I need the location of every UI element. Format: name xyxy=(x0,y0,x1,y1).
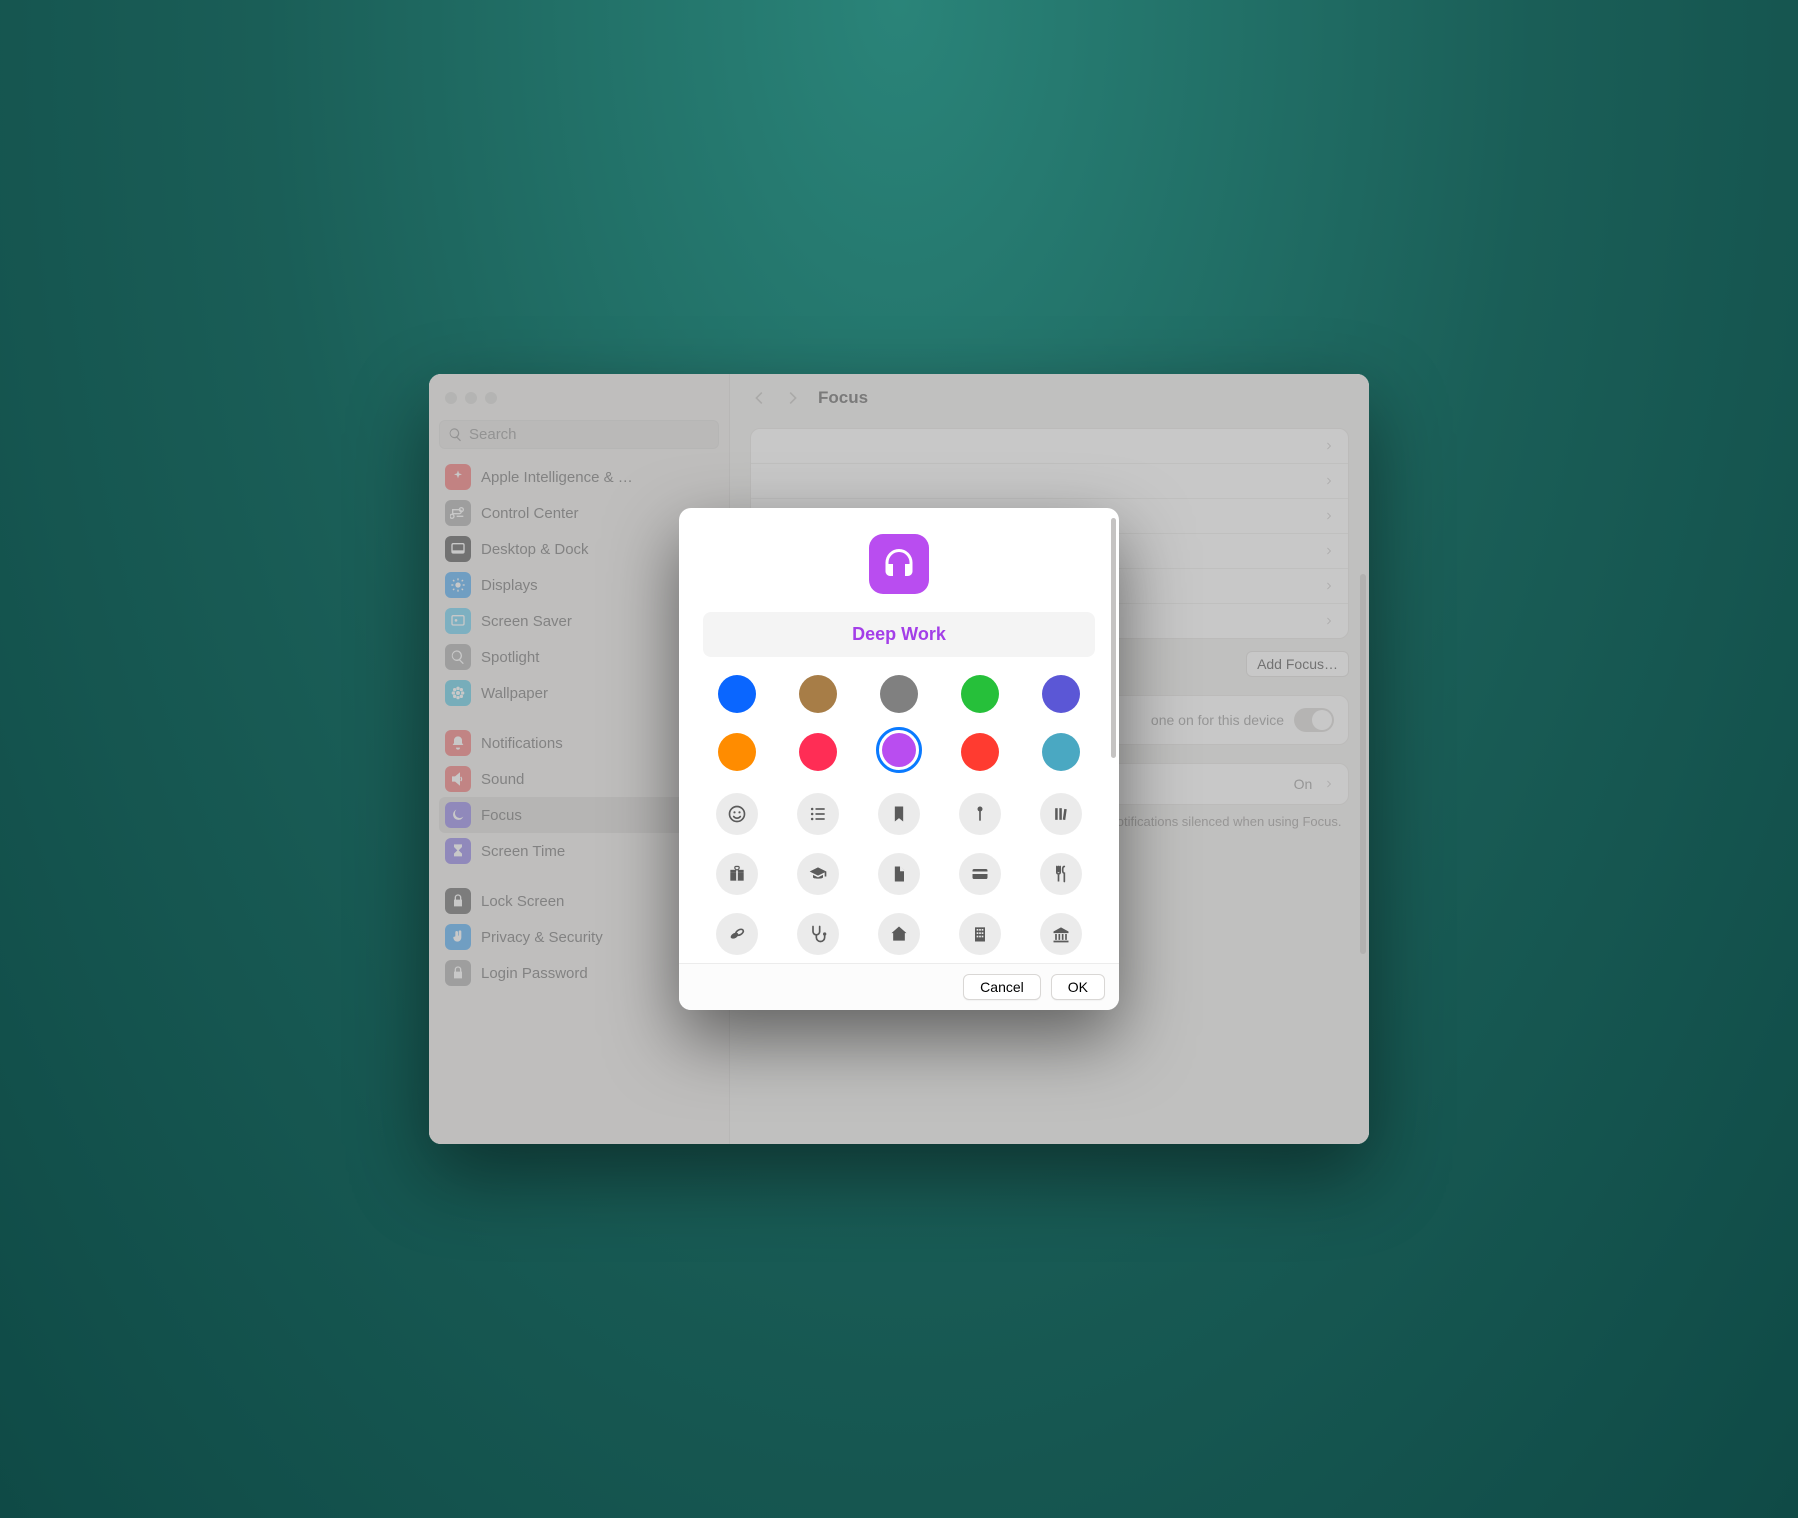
graduation-icon xyxy=(808,864,828,884)
building-icon xyxy=(970,924,990,944)
cutlery-icon xyxy=(1051,864,1071,884)
card-icon xyxy=(970,864,990,884)
home-icon xyxy=(889,924,909,944)
modal-footer: Cancel OK xyxy=(679,963,1119,1010)
glyph-building[interactable] xyxy=(959,913,1001,955)
focus-edit-sheet: Cancel OK xyxy=(679,508,1119,1010)
focus-preview-icon xyxy=(869,534,929,594)
modal-scrollbar[interactable] xyxy=(1111,518,1116,758)
smiley-icon xyxy=(727,804,747,824)
glyph-pills[interactable] xyxy=(716,913,758,955)
color-picker xyxy=(703,675,1095,771)
glyph-bank[interactable] xyxy=(1040,913,1082,955)
color-blue[interactable] xyxy=(718,675,756,713)
color-indigo[interactable] xyxy=(1042,675,1080,713)
bookmark-icon xyxy=(889,804,909,824)
color-orange[interactable] xyxy=(718,733,756,771)
gift-icon xyxy=(727,864,747,884)
color-gray[interactable] xyxy=(880,675,918,713)
headphones-icon xyxy=(881,546,917,582)
cancel-button[interactable]: Cancel xyxy=(963,974,1041,1000)
glyph-stethoscope[interactable] xyxy=(797,913,839,955)
glyph-smiley[interactable] xyxy=(716,793,758,835)
books-icon xyxy=(1051,804,1071,824)
glyph-books[interactable] xyxy=(1040,793,1082,835)
modal-dim: Cancel OK xyxy=(429,374,1369,1144)
modal-body xyxy=(679,508,1119,963)
glyph-cutlery[interactable] xyxy=(1040,853,1082,895)
glyph-card[interactable] xyxy=(959,853,1001,895)
glyph-bookmark[interactable] xyxy=(878,793,920,835)
glyph-document[interactable] xyxy=(878,853,920,895)
color-red[interactable] xyxy=(961,733,999,771)
color-brown[interactable] xyxy=(799,675,837,713)
color-pink[interactable] xyxy=(799,733,837,771)
list-icon xyxy=(808,804,828,824)
glyph-picker xyxy=(703,793,1095,955)
glyph-gift[interactable] xyxy=(716,853,758,895)
glyph-graduation[interactable] xyxy=(797,853,839,895)
color-purple[interactable] xyxy=(882,733,916,767)
focus-name-input[interactable] xyxy=(703,612,1095,657)
bank-icon xyxy=(1051,924,1071,944)
system-settings-window: Search Apple Intelligence & …Control Cen… xyxy=(429,374,1369,1144)
stethoscope-icon xyxy=(808,924,828,944)
ok-button[interactable]: OK xyxy=(1051,974,1105,1000)
color-green[interactable] xyxy=(961,675,999,713)
color-teal[interactable] xyxy=(1042,733,1080,771)
glyph-pin[interactable] xyxy=(959,793,1001,835)
document-icon xyxy=(889,864,909,884)
pin-icon xyxy=(970,804,990,824)
glyph-home[interactable] xyxy=(878,913,920,955)
pills-icon xyxy=(727,924,747,944)
glyph-list[interactable] xyxy=(797,793,839,835)
